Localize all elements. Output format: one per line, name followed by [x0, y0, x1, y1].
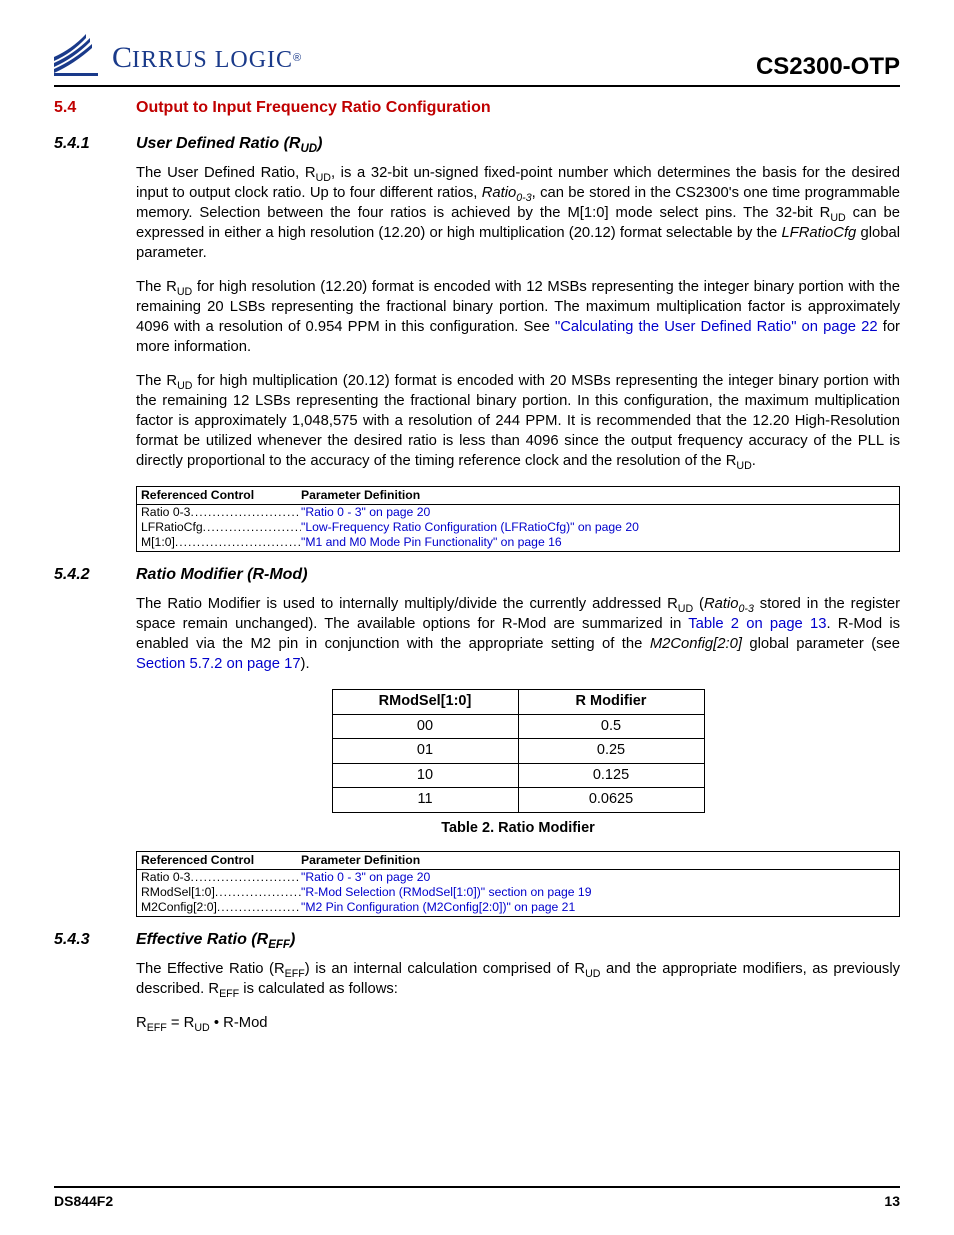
table-row: 100.125 — [332, 763, 704, 788]
formula: REFF = RUD • R-Mod — [136, 1014, 900, 1034]
part-number: CS2300-OTP — [756, 51, 900, 83]
page-footer: DS844F2 13 — [54, 1186, 900, 1211]
ref-header: Referenced Control — [141, 853, 301, 868]
paragraph: The RUD for high resolution (12.20) form… — [136, 278, 900, 358]
table-header: RModSel[1:0] — [332, 690, 518, 715]
ref-row: M[1:0]..................................… — [137, 535, 899, 550]
table-row: 010.25 — [332, 739, 704, 764]
heading-title: User Defined Ratio (RUD) — [136, 133, 322, 155]
table-header: R Modifier — [518, 690, 704, 715]
ref-header: Referenced Control — [141, 488, 301, 503]
section-5-4-2-body: The Ratio Modifier is used to internally… — [136, 595, 900, 916]
page-header: CIRRUS LOGIC® CS2300-OTP — [54, 34, 900, 87]
heading-5-4-1: 5.4.1 User Defined Ratio (RUD) — [54, 133, 900, 155]
ref-header: Parameter Definition — [301, 488, 420, 503]
xref-link[interactable]: "Ratio 0 - 3" on page 20 — [301, 505, 430, 520]
referenced-control-box: Referenced Control Parameter Definition … — [136, 851, 900, 917]
xref-link[interactable]: Section 5.7.2 on page 17 — [136, 656, 301, 672]
doc-number: DS844F2 — [54, 1192, 113, 1211]
company-logo: CIRRUS LOGIC® — [54, 34, 301, 83]
ref-row: Ratio 0-3...............................… — [137, 505, 899, 520]
ref-row: LFRatioCfg........................... "L… — [137, 520, 899, 535]
xref-link[interactable]: "Low-Frequency Ratio Configuration (LFRa… — [301, 520, 639, 535]
xref-link[interactable]: "R-Mod Selection (RModSel[1:0])" section… — [301, 885, 591, 900]
ref-row: Ratio 0-3...............................… — [137, 870, 899, 885]
paragraph: The User Defined Ratio, RUD, is a 32-bit… — [136, 164, 900, 264]
heading-5-4-2: 5.4.2 Ratio Modifier (R-Mod) — [54, 564, 900, 586]
heading-title: Output to Input Frequency Ratio Configur… — [136, 97, 491, 119]
table-row: 110.0625 — [332, 788, 704, 813]
xref-link[interactable]: "Ratio 0 - 3" on page 20 — [301, 870, 430, 885]
page-number: 13 — [884, 1192, 900, 1211]
xref-link[interactable]: "Calculating the User Defined Ratio" on … — [555, 319, 878, 335]
heading-5-4: 5.4 Output to Input Frequency Ratio Conf… — [54, 97, 900, 119]
xref-link[interactable]: Table 2 on page 13 — [688, 616, 826, 632]
referenced-control-box: Referenced Control Parameter Definition … — [136, 486, 900, 552]
xref-link[interactable]: "M2 Pin Configuration (M2Config[2:0])" o… — [301, 900, 575, 915]
table-row: 000.5 — [332, 714, 704, 739]
paragraph: The Effective Ratio (REFF) is an interna… — [136, 960, 900, 1000]
section-5-4-3-body: The Effective Ratio (REFF) is an interna… — [136, 960, 900, 1000]
heading-number: 5.4.1 — [54, 133, 136, 155]
logo-mark-icon — [54, 34, 106, 83]
heading-number: 5.4 — [54, 97, 136, 119]
xref-link[interactable]: "M1 and M0 Mode Pin Functionality" on pa… — [301, 535, 562, 550]
heading-5-4-3: 5.4.3 Effective Ratio (REFF) — [54, 929, 900, 951]
logo-text: CIRRUS LOGIC® — [112, 38, 301, 79]
paragraph: The Ratio Modifier is used to internally… — [136, 595, 900, 675]
heading-title: Effective Ratio (REFF) — [136, 929, 295, 951]
ref-row: M2Config[2:0]........................ "M… — [137, 900, 899, 915]
section-5-4-1-body: The User Defined Ratio, RUD, is a 32-bit… — [136, 164, 900, 472]
heading-title: Ratio Modifier (R-Mod) — [136, 564, 308, 586]
paragraph: The RUD for high multiplication (20.12) … — [136, 372, 900, 472]
heading-number: 5.4.3 — [54, 929, 136, 951]
ref-row: RModSel[1:0]......................... "R… — [137, 885, 899, 900]
ratio-modifier-table: RModSel[1:0] R Modifier 000.5 010.25 100… — [332, 689, 705, 813]
table-caption: Table 2. Ratio Modifier — [136, 819, 900, 839]
heading-number: 5.4.2 — [54, 564, 136, 586]
ref-header: Parameter Definition — [301, 853, 420, 868]
